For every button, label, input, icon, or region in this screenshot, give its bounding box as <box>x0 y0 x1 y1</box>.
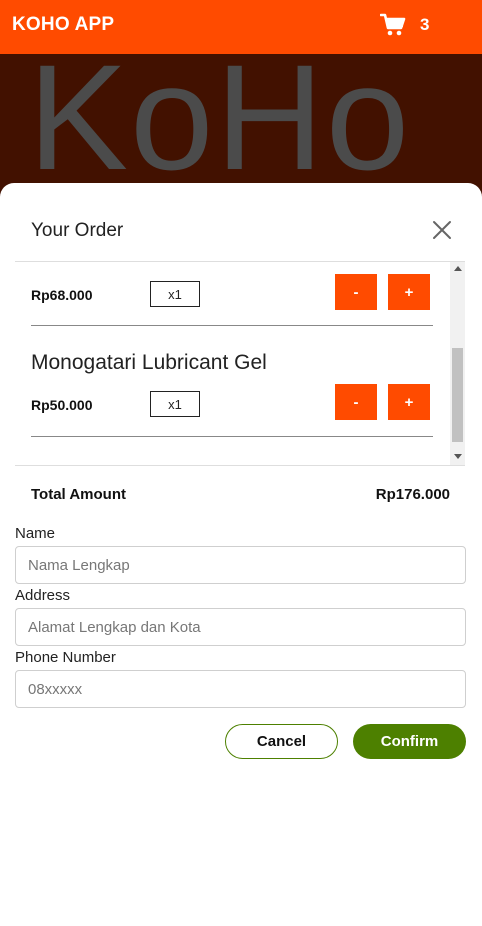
phone-field[interactable] <box>15 670 466 708</box>
item-quantity: x1 <box>150 391 200 417</box>
item-divider <box>31 436 433 437</box>
list-divider <box>15 465 465 466</box>
item-price: Rp68.000 <box>31 287 93 303</box>
list-scrollbar[interactable] <box>450 262 465 465</box>
increase-quantity-button[interactable]: + <box>388 274 430 310</box>
decrease-quantity-button[interactable]: - <box>335 384 377 420</box>
close-icon[interactable] <box>431 219 453 241</box>
decrease-quantity-button[interactable]: - <box>335 274 377 310</box>
hero-banner: KoHo <box>0 54 482 204</box>
item-quantity: x1 <box>150 281 200 307</box>
total-amount-value: Rp176.000 <box>375 486 450 503</box>
address-field[interactable] <box>15 608 466 646</box>
order-item-list[interactable]: Rp68.000 x1 - + Monogatari Lubricant Gel… <box>15 262 465 465</box>
item-price: Rp50.000 <box>31 397 93 413</box>
item-name: Monogatari Lubricant Gel <box>31 351 267 374</box>
confirm-button[interactable]: Confirm <box>353 724 466 759</box>
cart-icon[interactable] <box>379 12 406 38</box>
scroll-up-arrow-icon[interactable] <box>454 266 462 271</box>
phone-label: Phone Number <box>15 649 116 666</box>
scroll-down-arrow-icon[interactable] <box>454 454 462 459</box>
name-label: Name <box>15 525 56 542</box>
cart-count-badge[interactable]: 3 <box>420 15 429 35</box>
cancel-button[interactable]: Cancel <box>225 724 338 759</box>
modal-title: Your Order <box>31 220 124 241</box>
total-amount-label: Total Amount <box>31 486 126 503</box>
top-bar: KOHO APP 3 <box>0 0 482 54</box>
increase-quantity-button[interactable]: + <box>388 384 430 420</box>
scroll-thumb[interactable] <box>452 348 463 442</box>
app-title[interactable]: KOHO APP <box>12 14 114 36</box>
name-field[interactable] <box>15 546 466 584</box>
item-divider <box>31 325 433 326</box>
hero-logo-text: KoHo <box>28 54 412 201</box>
order-modal: Your Order Rp68.000 x1 - + Monogatari Lu… <box>0 183 482 926</box>
address-label: Address <box>15 587 71 604</box>
